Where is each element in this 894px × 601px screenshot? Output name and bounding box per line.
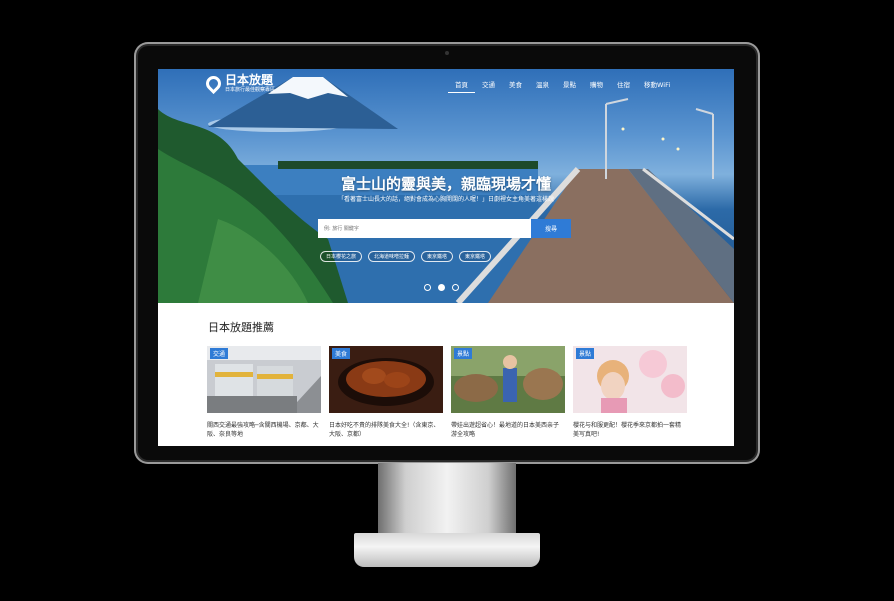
main-nav: 首頁 交通 美食 溫泉 景點 購物 住宿 移動WiFi <box>448 79 677 93</box>
webcam <box>445 51 449 55</box>
card-badge: 景點 <box>576 348 595 359</box>
card-badge: 交通 <box>210 348 229 359</box>
hot-tags: 日本櫻花之旅 北海道味噌拉麵 東京鐵塔 東京鐵塔 <box>320 251 492 262</box>
tag-chip[interactable]: 東京鐵塔 <box>459 251 492 262</box>
hero-title: 富士山的靈與美，親臨現場才懂 <box>340 175 551 193</box>
card-badge: 美食 <box>332 348 351 359</box>
card-title[interactable]: 櫻花与和服更配！櫻花季來京都拍一套精美写真吧! <box>573 421 685 439</box>
carousel-dot-active[interactable] <box>438 284 445 291</box>
card-image-food[interactable]: 美食 <box>329 346 443 413</box>
nav-item-onsen[interactable]: 溫泉 <box>529 79 556 93</box>
card-image-train[interactable]: 交通 <box>207 346 321 413</box>
card-image-sakura[interactable]: 景點 <box>573 346 687 413</box>
carousel-dot[interactable] <box>452 284 459 291</box>
monitor-stand-neck <box>378 463 516 535</box>
tag-chip[interactable]: 日本櫻花之旅 <box>320 251 363 262</box>
article-card[interactable]: 景點 帶娃出遊超省心！最地道的日本美西亲子游全攻略 <box>451 346 565 439</box>
nav-item-food[interactable]: 美食 <box>502 79 529 93</box>
screen: 日本放題 日本旅行最佳觀察專區 首頁 交通 美食 溫泉 景點 購物 住宿 移動W… <box>158 69 734 446</box>
card-title[interactable]: 關西交通最強攻略─含關西機場、京都、大阪、奈良等地 <box>207 421 319 439</box>
carousel-dot[interactable] <box>424 284 431 291</box>
location-pin-icon <box>202 72 225 95</box>
article-card[interactable]: 交通 關西交通最強攻略─含關西機場、京都、大阪、奈良等地 <box>207 346 321 439</box>
search-button[interactable]: 搜尋 <box>531 219 571 238</box>
hero-banner: 日本放題 日本旅行最佳觀察專區 首頁 交通 美食 溫泉 景點 購物 住宿 移動W… <box>158 69 734 303</box>
search-input[interactable] <box>318 219 531 238</box>
tag-chip[interactable]: 東京鐵塔 <box>421 251 454 262</box>
nav-item-sights[interactable]: 景點 <box>556 79 583 93</box>
nav-item-transport[interactable]: 交通 <box>475 79 502 93</box>
nav-item-shopping[interactable]: 購物 <box>583 79 610 93</box>
nav-item-lodging[interactable]: 住宿 <box>610 79 637 93</box>
article-card[interactable]: 景點 櫻花与和服更配！櫻花季來京都拍一套精美写真吧! <box>573 346 687 439</box>
article-card[interactable]: 美食 日本好吃不貴的排隊美食大全!（含東京、大阪、京都） <box>329 346 443 439</box>
carousel-dots <box>424 284 459 291</box>
site-logo[interactable]: 日本放題 日本旅行最佳觀察專區 <box>202 72 276 95</box>
nav-item-home[interactable]: 首頁 <box>448 79 475 93</box>
hero-subtitle: 「看著富士山長大的話，絕對會成為心胸開闊的人喔！」日劇裡女主角美著這樣說 <box>337 196 554 203</box>
site-subtitle: 日本旅行最佳觀察專區 <box>225 87 276 93</box>
monitor-stand-base <box>354 533 540 567</box>
card-badge: 景點 <box>454 348 473 359</box>
tag-chip[interactable]: 北海道味噌拉麵 <box>368 251 416 262</box>
card-title[interactable]: 帶娃出遊超省心！最地道的日本美西亲子游全攻略 <box>451 421 563 439</box>
search-bar: 搜尋 <box>318 219 571 238</box>
card-title[interactable]: 日本好吃不貴的排隊美食大全!（含東京、大阪、京都） <box>329 421 441 439</box>
recommend-cards: 交通 關西交通最強攻略─含關西機場、京都、大阪、奈良等地 美食 日本好吃不貴的排… <box>207 346 687 439</box>
nav-item-wifi[interactable]: 移動WiFi <box>637 79 677 93</box>
card-image-deer[interactable]: 景點 <box>451 346 565 413</box>
monitor-frame: 日本放題 日本旅行最佳觀察專區 首頁 交通 美食 溫泉 景點 購物 住宿 移動W… <box>134 42 760 464</box>
site-title: 日本放題 <box>225 73 274 87</box>
recommend-title: 日本放題推薦 <box>208 321 274 334</box>
